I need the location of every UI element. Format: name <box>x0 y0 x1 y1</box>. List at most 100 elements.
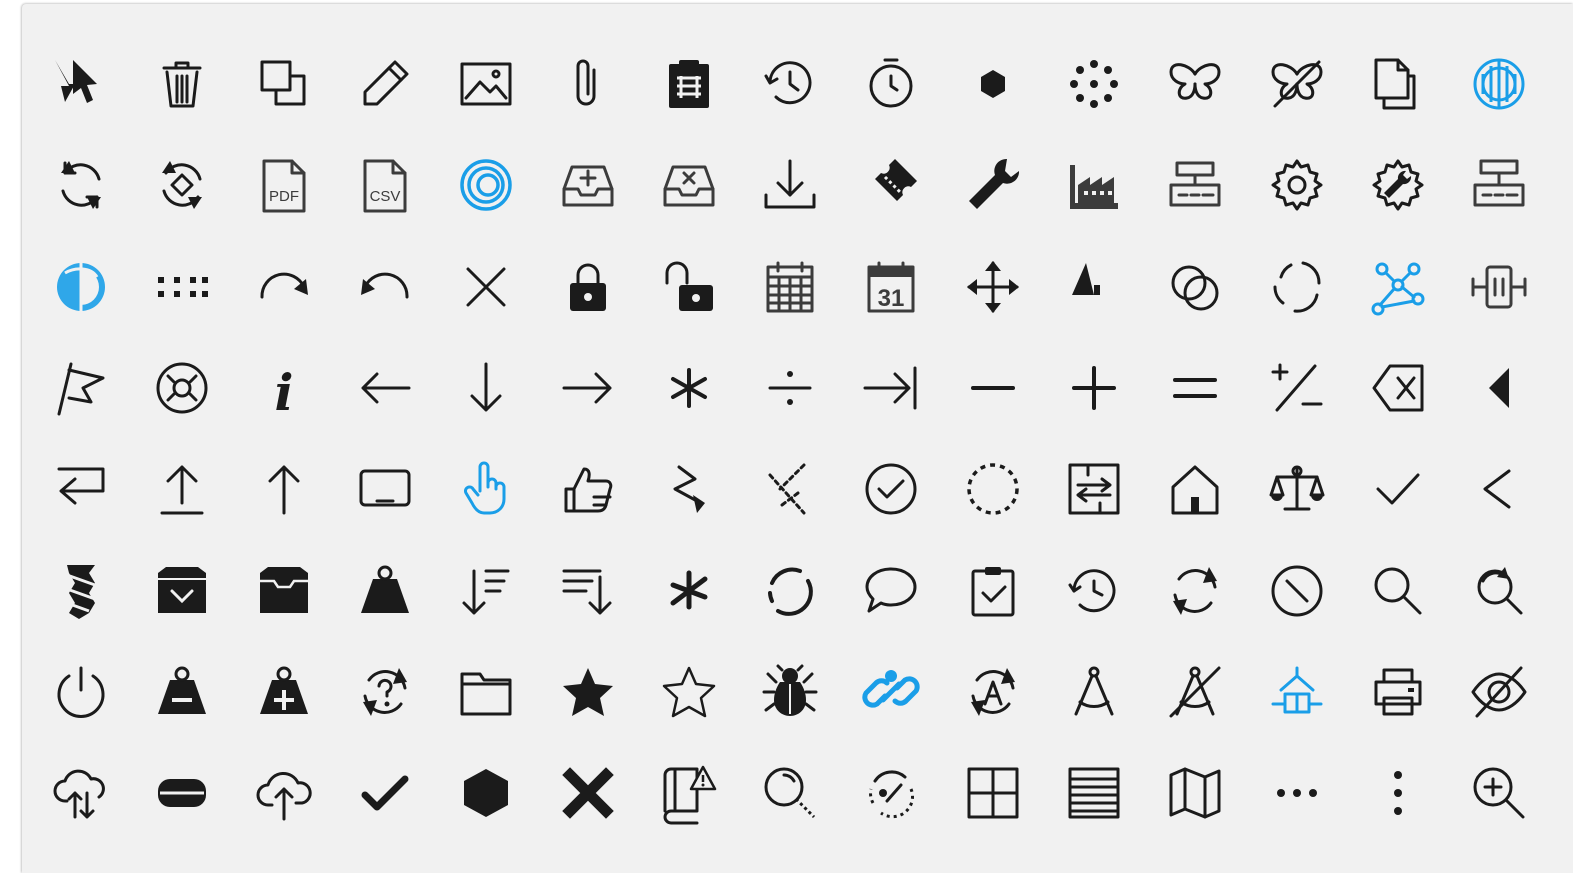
icon-tile-sort-down[interactable] <box>456 561 516 621</box>
icon-tile-eye-off[interactable] <box>1469 662 1529 722</box>
icon-tile-weight-plus[interactable] <box>254 662 314 722</box>
icon-tile-zap[interactable] <box>659 459 719 519</box>
icon-tile-info[interactable]: i <box>254 358 314 422</box>
icon-tile-laptop[interactable] <box>355 459 415 519</box>
icon-tile-return[interactable] <box>51 459 111 519</box>
icon-tile-loading-ring[interactable] <box>760 561 820 621</box>
icon-tile-link-circles[interactable] <box>1165 257 1225 317</box>
icon-tile-rings[interactable] <box>456 155 516 215</box>
icon-tile-wrench[interactable] <box>963 155 1023 215</box>
icon-tile-dots-vertical[interactable] <box>1368 763 1428 823</box>
icon-tile-grid-2x2[interactable] <box>963 763 1023 823</box>
icon-tile-undo[interactable] <box>355 257 415 317</box>
icon-tile-move[interactable] <box>963 257 1023 317</box>
icon-tile-equals[interactable] <box>1165 358 1225 418</box>
icon-tile-drill-bit[interactable] <box>51 561 111 621</box>
icon-tile-archive[interactable] <box>254 561 314 621</box>
icon-tile-dots-grid[interactable] <box>152 257 212 317</box>
icon-tile-hierarchy[interactable] <box>1267 662 1327 722</box>
icon-tile-scale[interactable] <box>1267 459 1327 519</box>
icon-tile-zoom-in[interactable] <box>1469 763 1529 823</box>
icon-tile-csv-file[interactable]: CSV <box>355 155 415 215</box>
icon-tile-sort-down-2[interactable] <box>558 561 618 621</box>
icon-tile-folder[interactable] <box>456 662 516 722</box>
icon-tile-speech-bubble[interactable] <box>861 561 921 621</box>
icon-tile-upload[interactable] <box>152 459 212 519</box>
icon-tile-clipboard-list[interactable] <box>659 54 719 114</box>
icon-tile-ticket[interactable] <box>861 155 921 215</box>
icon-tile-asterisk[interactable] <box>659 561 719 621</box>
icon-tile-select-cursor[interactable] <box>51 54 111 114</box>
icon-tile-image[interactable] <box>456 54 516 114</box>
icon-tile-star[interactable] <box>558 662 618 722</box>
icon-tile-paperclip[interactable] <box>558 54 618 114</box>
icon-tile-hexagon-small[interactable] <box>963 54 1023 114</box>
icon-tile-map[interactable] <box>1165 763 1225 823</box>
icon-tile-multiply[interactable] <box>659 358 719 418</box>
icon-tile-timer[interactable] <box>861 54 921 114</box>
icon-tile-close[interactable] <box>456 257 516 317</box>
icon-tile-minus[interactable] <box>963 358 1023 418</box>
icon-tile-dots-circle[interactable] <box>1064 54 1124 114</box>
icon-tile-cloud-upload[interactable] <box>254 763 314 823</box>
icon-tile-help-refresh[interactable] <box>355 662 415 722</box>
icon-tile-dashed-sync[interactable] <box>861 763 921 823</box>
icon-tile-graph-nodes[interactable] <box>1368 257 1428 317</box>
icon-tile-home[interactable] <box>1165 459 1225 519</box>
icon-tile-gear[interactable] <box>1267 155 1327 215</box>
icon-tile-pencil[interactable] <box>355 54 415 114</box>
icon-tile-check[interactable] <box>1368 459 1428 519</box>
icon-tile-arrow-up[interactable] <box>254 459 314 519</box>
icon-tile-refresh[interactable] <box>1165 561 1225 621</box>
icon-tile-x-bold[interactable] <box>558 763 618 823</box>
icon-tile-backspace[interactable] <box>1368 358 1428 418</box>
icon-tile-link-blue[interactable] <box>861 662 921 722</box>
icon-tile-calendar[interactable] <box>760 257 820 317</box>
icon-tile-lock[interactable] <box>558 257 618 317</box>
icon-tile-arrow-left[interactable] <box>355 358 415 418</box>
icon-tile-sync-diamond[interactable] <box>152 155 212 215</box>
icon-tile-butterfly[interactable] <box>1165 54 1225 114</box>
icon-tile-star-outline[interactable] <box>659 662 719 722</box>
icon-tile-files[interactable] <box>1368 54 1428 114</box>
icon-tile-power[interactable] <box>51 662 111 722</box>
icon-tile-butterfly-off[interactable] <box>1267 54 1327 114</box>
icon-tile-printer[interactable] <box>1368 662 1428 722</box>
icon-tile-divide[interactable] <box>760 358 820 418</box>
icon-tile-caret-left[interactable] <box>1469 358 1529 418</box>
icon-tile-search[interactable] <box>1368 561 1428 621</box>
icon-tile-pill-flat[interactable] <box>152 763 212 823</box>
icon-tile-checkmark[interactable] <box>355 763 415 823</box>
icon-tile-resize-horizontal[interactable] <box>1469 257 1529 317</box>
icon-tile-calendar-31[interactable]: 31 <box>861 257 921 317</box>
icon-tile-disc[interactable] <box>152 358 212 418</box>
icon-tile-clock-back[interactable] <box>1064 561 1124 621</box>
icon-tile-flag[interactable] <box>51 358 111 418</box>
icon-tile-tab-right[interactable] <box>861 358 921 418</box>
icon-tile-tray-remove[interactable] <box>659 155 719 215</box>
icon-tile-weight[interactable] <box>355 561 415 621</box>
icon-tile-no-entry[interactable] <box>1267 561 1327 621</box>
icon-tile-cloud-sync[interactable] <box>51 763 111 823</box>
icon-tile-dots-horizontal[interactable] <box>1267 763 1327 823</box>
icon-tile-hand-pointer[interactable] <box>456 459 516 519</box>
icon-tile-clipboard-check[interactable] <box>963 561 1023 621</box>
icon-tile-arrow-down[interactable] <box>456 358 516 418</box>
icon-tile-check-circle[interactable] <box>861 459 921 519</box>
icon-tile-plus-minus[interactable] <box>1267 358 1327 418</box>
icon-tile-pdf-file[interactable]: PDF <box>254 155 314 215</box>
icon-tile-factory[interactable] <box>1064 155 1124 215</box>
icon-tile-chevron-left[interactable] <box>1469 459 1529 519</box>
icon-tile-book-alert[interactable] <box>659 763 719 825</box>
icon-tile-orbit-3d[interactable] <box>51 257 111 317</box>
icon-tile-loading[interactable] <box>1267 257 1327 317</box>
icon-tile-compass[interactable] <box>1064 662 1124 722</box>
icon-tile-redo[interactable] <box>254 257 314 317</box>
icon-tile-thumb-up[interactable] <box>558 459 618 519</box>
icon-tile-sync[interactable] <box>51 155 111 215</box>
icon-tile-history[interactable] <box>760 54 820 114</box>
icon-tile-tray-add[interactable] <box>558 155 618 215</box>
icon-tile-network-rack-2[interactable] <box>1469 155 1529 215</box>
icon-tile-table-rows[interactable] <box>1064 763 1124 823</box>
icon-tile-download[interactable] <box>760 155 820 215</box>
